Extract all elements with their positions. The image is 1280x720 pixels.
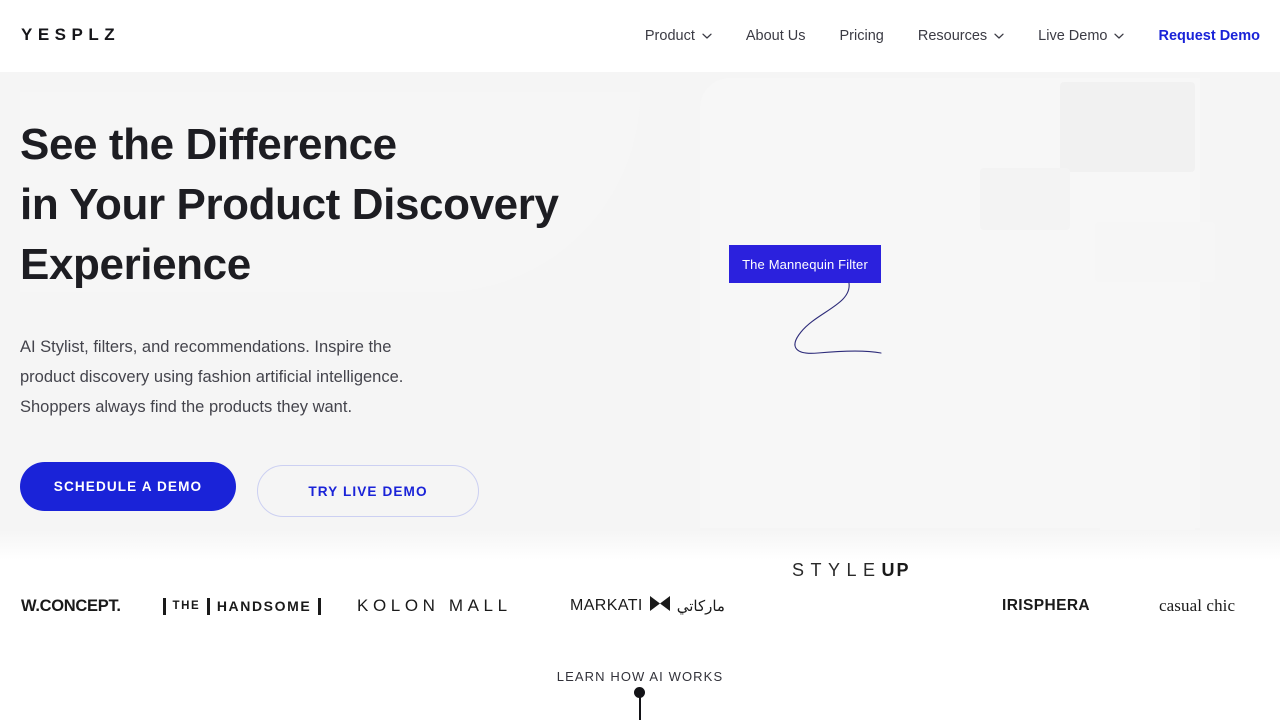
brand-logo-irisphera: IRISPHERA <box>1002 597 1091 614</box>
main-navigation: Product About Us Pricing Resources Live … <box>628 0 1260 72</box>
brand-logo-wconcept: W.CONCEPT. <box>21 596 121 615</box>
hero-description: AI Stylist, filters, and recommendations… <box>20 332 403 422</box>
divider-bar-icon <box>318 597 321 615</box>
schedule-demo-button[interactable]: SCHEDULE A DEMO <box>20 462 236 511</box>
site-header: YESPLZ Product About Us Pricing Resource… <box>0 0 1280 72</box>
brand-logo-style: STYLE <box>792 560 882 580</box>
chevron-down-icon <box>1114 31 1125 41</box>
nav-item-live-demo[interactable]: Live Demo <box>1021 0 1141 72</box>
headline-line: Experience <box>20 240 251 289</box>
learn-how-ai-works-label[interactable]: LEARN HOW AI WORKS <box>0 669 1280 684</box>
mannequin-curve-line <box>794 282 882 354</box>
scroll-line-icon <box>639 697 641 720</box>
headline-line: in Your Product Discovery <box>20 180 559 229</box>
chevron-down-icon <box>994 31 1004 41</box>
headline-line: See the Difference <box>20 120 397 169</box>
nav-item-product[interactable]: Product <box>628 0 729 72</box>
brand-logo-kolon-mall: KOLON MALL <box>357 596 512 615</box>
markati-hourglass-icon <box>649 595 671 617</box>
brand-logo-up: UP <box>881 560 911 580</box>
hero-background-shape <box>1100 342 1195 560</box>
nav-item-about-us[interactable]: About Us <box>729 0 823 72</box>
brand-logo[interactable]: YESPLZ <box>21 26 120 43</box>
brand-logo-markati-latin: MARKATI <box>570 597 643 614</box>
nav-item-resources[interactable]: Resources <box>901 0 1021 72</box>
brand-logo-casual-chic: casual chic <box>1159 596 1236 615</box>
hero-background-shape <box>1060 82 1195 172</box>
chevron-down-icon <box>702 31 712 41</box>
divider-bar-icon <box>207 597 210 615</box>
nav-item-label: Product <box>644 27 695 44</box>
brand-logo-the-handsome: THE HANDSOME <box>163 560 321 652</box>
nav-item-label: Request Demo <box>1158 27 1260 44</box>
nav-item-label: Resources <box>917 27 988 44</box>
brand-logo-styleup: STYLE UP <box>792 560 911 652</box>
nav-item-label: Pricing <box>839 27 884 44</box>
brand-logo-markati: MARKATI ماركاتي <box>570 560 725 652</box>
landing-page: YESPLZ Product About Us Pricing Resource… <box>0 0 1280 720</box>
client-logo-strip: W.CONCEPT. THE HANDSOME KOLON MALL MARKA… <box>0 560 1280 652</box>
try-live-demo-button[interactable]: TRY LIVE DEMO <box>257 465 479 517</box>
nav-item-label: About Us <box>745 27 806 44</box>
divider-bar-icon <box>163 597 166 615</box>
hero-background-shape <box>980 168 1070 230</box>
page-title: See the Difference in Your Product Disco… <box>20 115 559 295</box>
description-line: AI Stylist, filters, and recommendations… <box>20 338 392 356</box>
description-line: product discovery using fashion artifici… <box>20 368 404 386</box>
hero-background-shape <box>1095 222 1215 282</box>
brand-logo-handsome: HANDSOME <box>216 598 312 614</box>
brand-logo-the: THE <box>172 600 201 612</box>
hero-bottom-fade <box>0 530 1280 560</box>
description-line: Shoppers always find the products they w… <box>20 398 353 416</box>
hero-section: See the Difference in Your Product Disco… <box>0 72 1280 560</box>
nav-item-label: Live Demo <box>1038 27 1108 44</box>
scroll-down-indicator[interactable] <box>634 687 646 720</box>
nav-item-request-demo[interactable]: Request Demo <box>1141 0 1260 72</box>
nav-item-pricing[interactable]: Pricing <box>823 0 901 72</box>
brand-logo-markati-arabic: ماركاتي <box>676 598 725 615</box>
